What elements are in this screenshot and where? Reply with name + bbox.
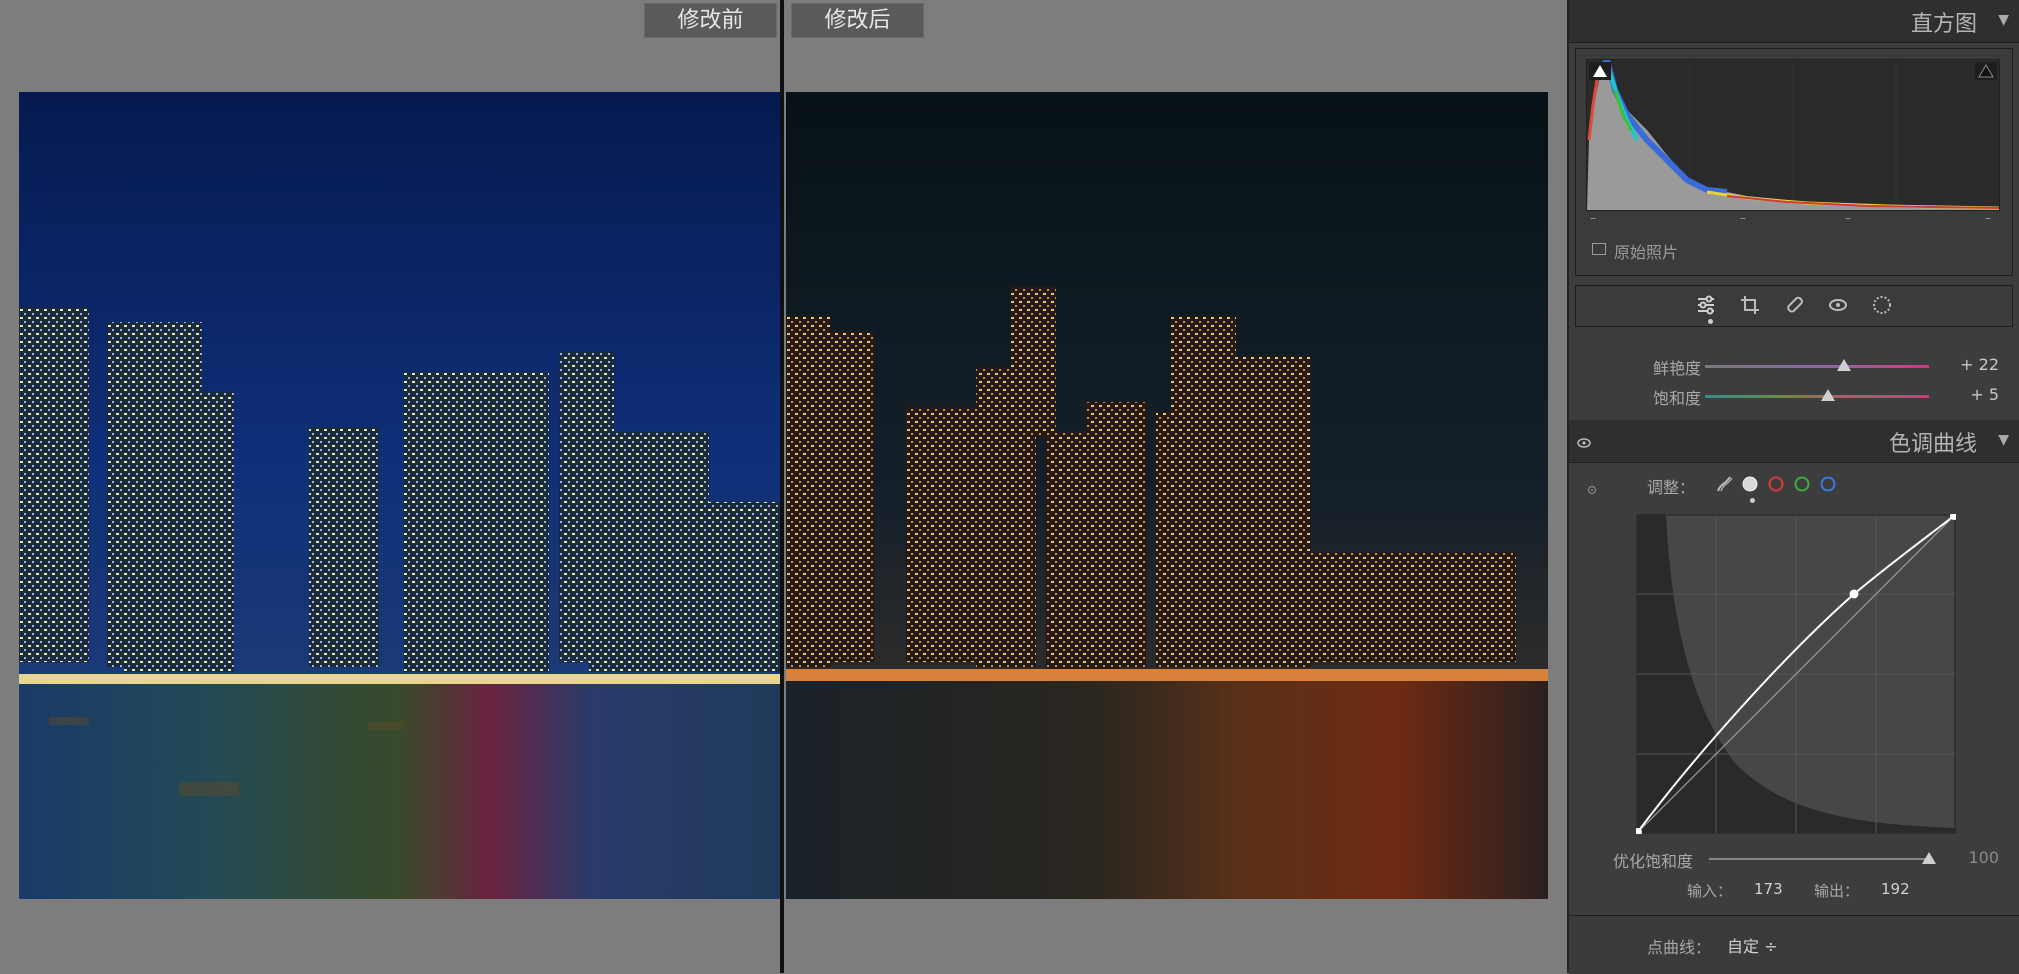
tone-curve-body: 调整： 优化饱和度 100 输入： 173 输出： 192 — [1569, 464, 2019, 914]
crop-icon[interactable] — [1739, 294, 1761, 316]
sliders-icon[interactable] — [1695, 294, 1717, 316]
refine-saturation-value[interactable]: 100 — [1968, 848, 1999, 867]
tone-curve-collapse-icon[interactable]: ▼ — [1998, 432, 2009, 448]
compare-view: 修改前 修改后 — [0, 0, 1567, 973]
tone-curve-title: 色调曲线 — [1888, 432, 1977, 457]
saturation-value[interactable]: + 5 — [1970, 385, 1999, 404]
refine-saturation-row: 优化饱和度 100 — [1569, 844, 2019, 872]
histogram-title: 直方图 — [1910, 12, 1977, 37]
after-label: 修改后 — [791, 3, 924, 38]
channel-selector — [1715, 475, 1837, 493]
original-photo-checkbox[interactable] — [1592, 243, 1606, 255]
input-value: 173 — [1754, 880, 1783, 898]
compare-divider[interactable] — [780, 0, 784, 973]
saturation-thumb[interactable] — [1821, 389, 1836, 401]
collapse-triangle-icon[interactable]: ▼ — [1998, 12, 2009, 28]
saturation-track[interactable] — [1705, 395, 1929, 398]
before-label: 修改前 — [644, 3, 777, 38]
panel-visibility-eye-icon[interactable] — [1577, 434, 1591, 453]
blue-channel-icon[interactable] — [1819, 475, 1837, 493]
red-channel-icon[interactable] — [1767, 475, 1785, 493]
histogram-header[interactable]: 直方图 ▼ — [1569, 0, 2019, 43]
output-label: 输出： — [1814, 882, 1860, 900]
histogram-box: – – – – 原始照片 — [1575, 48, 2013, 276]
point-curve-icon[interactable] — [1715, 475, 1733, 493]
vibrance-track[interactable] — [1705, 365, 1929, 368]
after-photo[interactable] — [786, 92, 1548, 899]
green-channel-icon[interactable] — [1793, 475, 1811, 493]
mask-icon[interactable] — [1871, 294, 1893, 316]
refine-saturation-track[interactable] — [1709, 858, 1929, 860]
saturation-label: 饱和度 — [1652, 389, 1701, 408]
heal-brush-icon[interactable] — [1783, 294, 1805, 316]
point-curve-footer: 点曲线： 自定 ÷ — [1569, 915, 2019, 974]
point-curve-label: 点曲线： — [1647, 938, 1712, 957]
tone-curve-header[interactable]: 色调曲线 ▼ — [1569, 420, 2019, 463]
vibrance-thumb[interactable] — [1836, 359, 1851, 371]
point-curve-dropdown[interactable]: 自定 ÷ — [1727, 933, 1778, 957]
before-photo[interactable] — [19, 92, 781, 899]
active-channel-dot — [1750, 498, 1755, 503]
adjust-label: 调整： — [1647, 478, 1696, 497]
presence-section: 鲜艳度 + 22 饱和度 + 5 — [1569, 340, 2019, 430]
red-eye-icon[interactable] — [1827, 294, 1849, 316]
vibrance-row: 鲜艳度 + 22 — [1569, 351, 2019, 379]
rgb-channel-icon[interactable] — [1741, 475, 1759, 493]
original-photo-label: 原始照片 — [1614, 243, 1679, 262]
output-value: 192 — [1881, 880, 1910, 898]
curve-point-mid — [1849, 589, 1859, 599]
histogram-chart — [1586, 59, 2000, 211]
tool-strip — [1575, 285, 2013, 327]
refine-saturation-label: 优化饱和度 — [1612, 852, 1693, 871]
refine-saturation-thumb[interactable] — [1922, 852, 1936, 864]
input-label: 输入： — [1687, 882, 1733, 900]
target-adjust-icon[interactable] — [1587, 480, 1597, 499]
develop-panel: 直方图 ▼ – – – – 原始照片 鲜艳度 + 22 饱和度 + 5 色调曲线… — [1567, 0, 2019, 974]
saturation-row: 饱和度 + 5 — [1569, 381, 2019, 409]
vibrance-value[interactable]: + 22 — [1960, 355, 1999, 374]
tone-curve-graph[interactable] — [1636, 514, 1956, 834]
vibrance-label: 鲜艳度 — [1652, 359, 1701, 378]
active-tool-dot — [1708, 319, 1713, 324]
